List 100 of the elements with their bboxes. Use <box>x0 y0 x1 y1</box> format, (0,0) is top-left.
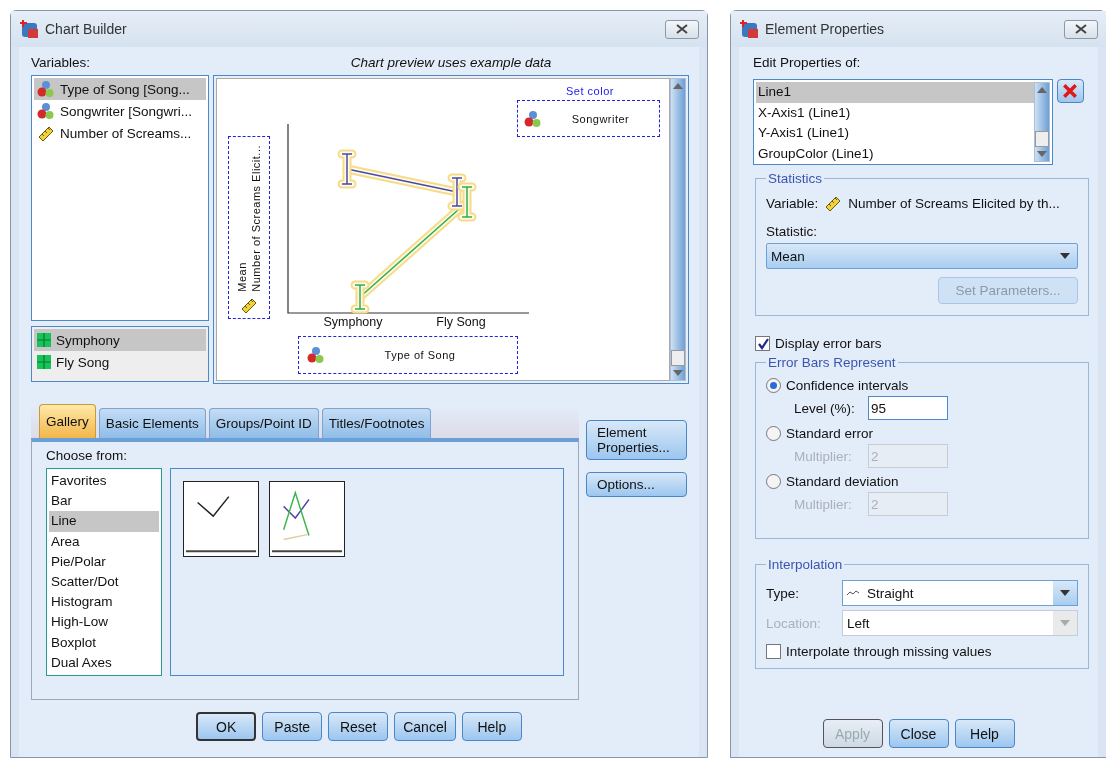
variable-item[interactable]: Number of Screams... <box>34 122 206 144</box>
tab[interactable]: Titles/Footnotes <box>321 408 432 438</box>
element-item[interactable]: Y-Axis1 (Line1) <box>756 123 1034 144</box>
scroll-up-icon <box>1036 87 1047 93</box>
close-button[interactable] <box>1064 19 1098 39</box>
axis-category-label: Symphony <box>323 315 383 329</box>
group-title: Interpolation <box>767 557 844 572</box>
caret-icon <box>1060 253 1070 259</box>
chart-type-thumbnail[interactable] <box>269 481 346 557</box>
chart-type-item[interactable]: Histogram <box>49 592 160 613</box>
category-name: Symphony <box>56 332 120 348</box>
checkbox-label: Display error bars <box>775 336 882 351</box>
radio-button[interactable] <box>766 378 781 393</box>
dialog-button[interactable]: Help <box>954 719 1015 748</box>
nominal-variable-icon <box>37 102 55 120</box>
app-icon <box>739 19 759 39</box>
chart-type-item[interactable]: High-Low <box>49 612 160 633</box>
input-field[interactable]: 95 <box>868 396 948 420</box>
drop-zone-label: Songwriter <box>570 112 631 125</box>
chart-type-item[interactable]: Line <box>49 511 160 532</box>
axis-label: Number of Screams Elicit... <box>250 145 262 292</box>
category-item[interactable]: Fly Song <box>34 351 206 373</box>
dialog-button[interactable]: Cancel <box>394 712 456 741</box>
delete-button[interactable] <box>1056 79 1084 103</box>
field-label: Multiplier: <box>794 496 853 512</box>
variable-name: Number of Screams... <box>60 125 192 141</box>
field-label: Multiplier: <box>794 448 853 464</box>
set-color-label: Set color <box>565 85 615 97</box>
caret-icon <box>1060 590 1070 596</box>
choose-from-label: Choose from: <box>46 448 129 465</box>
radio-button[interactable] <box>766 426 781 441</box>
element-item[interactable]: X-Axis1 (Line1) <box>756 102 1034 123</box>
close-button[interactable] <box>665 19 699 39</box>
side-button[interactable]: Element Properties... <box>586 420 687 460</box>
y-axis-drop-zone[interactable]: Mean Number of Screams Elicit... <box>228 136 270 319</box>
checkbox[interactable] <box>755 336 770 351</box>
ruler-icon <box>37 124 55 142</box>
close-icon <box>1075 24 1087 34</box>
radio-button[interactable] <box>766 474 781 489</box>
checkbox-label: Interpolate through missing values <box>786 644 992 659</box>
variables-label: Variables: <box>31 55 92 72</box>
edit-properties-label: Edit Properties of: <box>753 55 862 72</box>
variable-item[interactable]: Type of Song [Song... <box>34 78 206 100</box>
nominal-variable-icon <box>524 109 542 128</box>
chart-type-thumbnail[interactable] <box>183 481 260 557</box>
category-item[interactable]: Symphony <box>34 329 206 351</box>
location-label: Location: <box>766 615 822 631</box>
tab[interactable]: Basic Elements <box>98 408 206 438</box>
dialog-button[interactable]: Help <box>461 712 522 741</box>
category-icon <box>37 355 51 369</box>
radio-label: Standard error <box>786 426 874 441</box>
axis-category-label: Fly Song <box>436 315 486 329</box>
scrollbar[interactable] <box>670 78 686 381</box>
checkbox[interactable] <box>766 644 781 659</box>
variable-name: Songwriter [Songwri... <box>60 103 193 119</box>
ruler-icon <box>240 296 258 314</box>
chart-type-item[interactable]: Area <box>49 531 160 552</box>
scroll-thumb[interactable] <box>671 350 685 366</box>
radio-label: Standard deviation <box>786 474 899 489</box>
ruler-icon <box>824 194 843 212</box>
window-title: Chart Builder <box>45 21 128 37</box>
line-icon <box>847 590 861 596</box>
multiple-line-chart-icon <box>271 490 344 553</box>
scroll-thumb[interactable] <box>1034 131 1049 147</box>
line-chart-icon <box>185 495 258 553</box>
variable-name: Number of Screams Elicited by th... <box>848 195 1060 211</box>
variable-item[interactable]: Songwriter [Songwri... <box>34 100 206 122</box>
tab[interactable]: Gallery <box>39 404 96 438</box>
dialog-button[interactable]: OK <box>196 712 257 741</box>
scrollbar[interactable] <box>1033 82 1050 162</box>
nominal-variable-icon <box>37 80 55 98</box>
category-icon <box>37 333 51 347</box>
radio-label: Confidence intervals <box>786 378 909 393</box>
side-button[interactable]: Options... <box>586 472 687 497</box>
scroll-down-icon <box>673 370 683 376</box>
category-name: Fly Song <box>56 354 110 370</box>
dialog-button[interactable]: Paste <box>262 712 323 741</box>
delete-icon <box>1062 83 1079 99</box>
chart-type-item[interactable]: Dual Axes <box>49 652 160 673</box>
element-item[interactable]: Line1 <box>756 82 1034 103</box>
element-item[interactable]: GroupColor (Line1) <box>756 143 1034 164</box>
chart-type-item[interactable]: Pie/Polar <box>49 551 160 572</box>
drop-zone-label: Type of Song <box>383 349 457 361</box>
dialog-button[interactable]: Reset <box>328 712 389 741</box>
nominal-variable-icon <box>307 346 325 364</box>
type-dropdown[interactable]: Straight <box>842 580 1078 606</box>
axis-label: Mean <box>236 261 248 292</box>
dialog-button[interactable]: Close <box>888 719 949 748</box>
chart-type-item[interactable]: Scatter/Dot <box>49 571 160 593</box>
chart-type-item[interactable]: Bar <box>49 491 160 512</box>
location-dropdown[interactable]: Left <box>842 610 1078 636</box>
legend-drop-zone[interactable]: Songwriter <box>517 100 660 137</box>
tab[interactable]: Groups/Point ID <box>208 408 319 438</box>
x-axis-drop-zone[interactable]: Type of Song <box>298 336 518 374</box>
chart-type-item[interactable]: Boxplot <box>49 632 160 653</box>
variable-label: Variable: <box>766 195 819 211</box>
statistic-dropdown[interactable]: Mean <box>766 243 1078 269</box>
window-title: Element Properties <box>765 21 886 37</box>
group-title: Statistics <box>767 171 823 186</box>
chart-type-item[interactable]: Favorites <box>49 471 160 492</box>
